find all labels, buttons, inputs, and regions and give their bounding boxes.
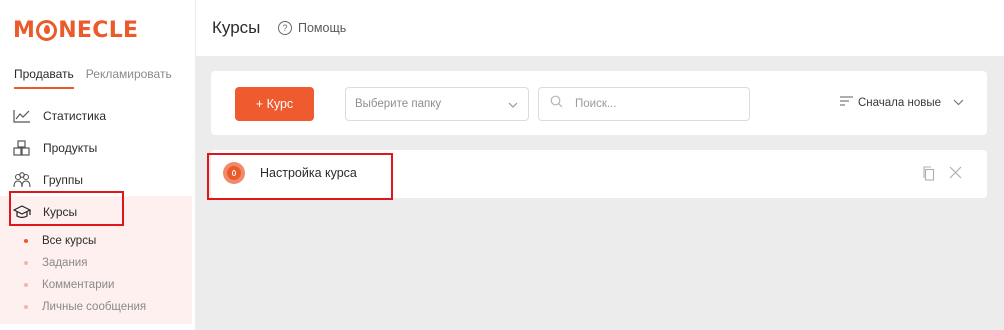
subnav-tasks[interactable]: Задания: [0, 252, 192, 274]
sidebar-item-label: Статистика: [43, 109, 107, 123]
page-header: Курсы ? Помощь: [196, 0, 1004, 56]
page-title: Курсы: [212, 18, 261, 37]
subnav-comments[interactable]: Комментарии: [0, 274, 192, 296]
flame-logo-icon: [36, 19, 58, 41]
bullet-dot-icon: [24, 305, 28, 309]
sidebar-item-groups[interactable]: Группы: [0, 164, 192, 196]
mode-tabs: Продавать Рекламировать: [14, 67, 172, 89]
sidebar-item-label: Курсы: [43, 205, 78, 219]
subnav-label: Все курсы: [42, 235, 97, 247]
sidebar-nav: Статистика Продукты Группы Курсы Все кур…: [0, 100, 192, 324]
subnav-label: Комментарии: [42, 279, 115, 291]
course-row[interactable]: Настройка курса: [211, 150, 987, 198]
course-avatar-icon: [223, 162, 245, 184]
courses-subnav: Все курсы Задания Комментарии Личные соо…: [0, 228, 192, 324]
search-icon: [550, 95, 563, 113]
search-input[interactable]: [575, 98, 735, 110]
sidebar-item-statistics[interactable]: Статистика: [0, 100, 192, 132]
subnav-label: Личные сообщения: [42, 301, 147, 313]
help-label: Помощь: [298, 21, 347, 35]
sidebar-item-products[interactable]: Продукты: [0, 132, 192, 164]
bullet-dot-icon: [24, 283, 28, 287]
question-circle-icon: ?: [278, 21, 292, 35]
sort-lines-icon: [840, 96, 853, 109]
folder-select-placeholder: Выберите папку: [355, 98, 442, 110]
chart-line-icon: [13, 107, 31, 125]
graduation-cap-icon: [13, 203, 31, 221]
main-content: + Курс Выберите папку Сначала новые: [196, 56, 1004, 330]
sort-label: Сначала новые: [858, 96, 942, 109]
help-link[interactable]: ? Помощь: [278, 21, 346, 35]
subnav-private-messages[interactable]: Личные сообщения: [0, 296, 192, 318]
sidebar-item-label: Группы: [43, 173, 83, 187]
sidebar: M NECLE Продавать Рекламировать Статистик…: [0, 0, 196, 330]
chevron-down-icon: [953, 97, 964, 109]
search-box: [538, 87, 750, 121]
tab-sell[interactable]: Продавать: [14, 67, 74, 89]
copy-icon[interactable]: [923, 166, 935, 186]
sort-dropdown[interactable]: Сначала новые: [840, 96, 964, 109]
boxes-icon: [13, 139, 31, 157]
subnav-label: Задания: [42, 257, 88, 269]
sidebar-item-label: Продукты: [43, 141, 98, 155]
course-name[interactable]: Настройка курса: [260, 166, 357, 180]
chevron-down-icon: [508, 99, 518, 111]
close-icon[interactable]: [949, 166, 962, 184]
add-course-button[interactable]: + Курс: [235, 87, 314, 121]
bullet-dot-icon: [24, 239, 28, 243]
tab-advertise[interactable]: Рекламировать: [86, 67, 172, 89]
folder-select[interactable]: Выберите папку: [345, 87, 529, 121]
subnav-all-courses[interactable]: Все курсы: [0, 230, 192, 252]
brand-logo[interactable]: M NECLE: [13, 17, 138, 43]
courses-toolbar: + Курс Выберите папку Сначала новые: [211, 71, 987, 135]
group-icon: [13, 171, 31, 189]
bullet-dot-icon: [24, 261, 28, 265]
sidebar-item-courses[interactable]: Курсы: [0, 196, 192, 228]
